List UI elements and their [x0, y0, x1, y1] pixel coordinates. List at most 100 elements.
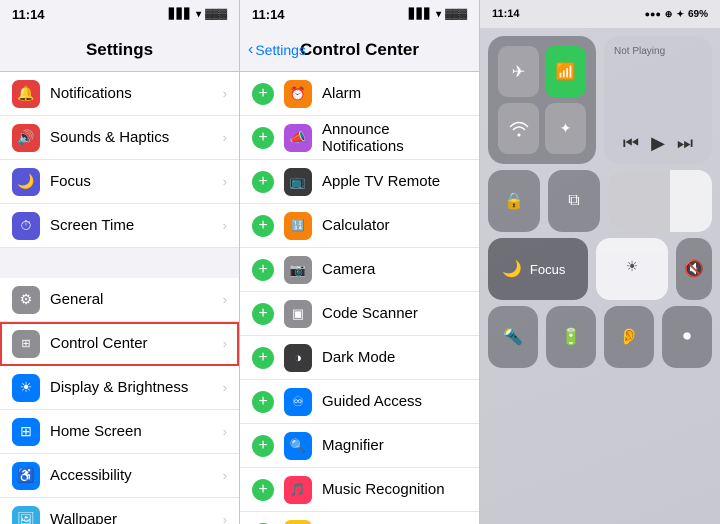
chevron-notifications: ›: [223, 86, 227, 101]
screentime-icon: ⏱: [12, 212, 40, 240]
time-3: 11:14: [492, 8, 520, 20]
cc-item-appletv[interactable]: + 📺 Apple TV Remote: [240, 160, 479, 204]
battery-tile[interactable]: 🔋: [546, 306, 596, 368]
cc-add-codescanner[interactable]: +: [252, 303, 274, 325]
guided-label: Guided Access: [322, 393, 467, 410]
wifi-icon-status: ▾: [196, 9, 201, 20]
back-label: Settings: [255, 42, 306, 58]
settings-list: 🔔 Notifications › 🔊 Sounds & Haptics › 🌙…: [0, 72, 239, 524]
record-tile[interactable]: ⏺: [662, 306, 712, 368]
focus-tile[interactable]: 🌙 Focus: [488, 238, 588, 300]
chevron-screentime: ›: [223, 218, 227, 233]
cc-add-announce[interactable]: +: [252, 127, 274, 149]
settings-panel: 11:14 ▋▋▋ ▾ ▓▓▓ Settings 🔔 Notifications…: [0, 0, 240, 524]
status-icons-3: ●●● ⊕ ✦ 69%: [645, 9, 708, 20]
display-icon: ☀: [12, 374, 40, 402]
screen-mirror-tile[interactable]: ⧉: [548, 170, 600, 232]
battery-icon-2: ▓▓▓: [445, 9, 467, 20]
cc-row-2: 🔒 ⧉: [488, 170, 712, 232]
cc-item-calculator[interactable]: + 🔢 Calculator: [240, 204, 479, 248]
cc-row-3: 🌙 Focus ☀ 🔇: [488, 238, 712, 300]
back-button[interactable]: ‹ Settings: [248, 41, 306, 59]
cc-item-musicrec[interactable]: + 🎵 Music Recognition: [240, 468, 479, 512]
settings-item-display[interactable]: ☀ Display & Brightness ›: [0, 366, 239, 410]
cc-item-announce[interactable]: + 📣 Announce Notifications: [240, 116, 479, 160]
cc-item-notes[interactable]: + 📝 Notes: [240, 512, 479, 524]
cc-add-calculator[interactable]: +: [252, 215, 274, 237]
wifi-tile[interactable]: [498, 103, 539, 154]
volume-slider[interactable]: [608, 170, 712, 232]
magnifier-label: Magnifier: [322, 437, 467, 454]
cc-item-camera[interactable]: + 📷 Camera: [240, 248, 479, 292]
cc-add-alarm[interactable]: +: [252, 83, 274, 105]
musicrec-icon: 🎵: [284, 476, 312, 504]
section-2: ⚙ General › ⊞ Control Center › ☀ Display…: [0, 278, 239, 524]
battery-icon-status: ▓▓▓: [205, 9, 227, 20]
focus-tile-label: Focus: [530, 262, 565, 277]
mute-tile[interactable]: 🔇: [676, 238, 712, 300]
cc-add-magnifier[interactable]: +: [252, 435, 274, 457]
bluetooth-tile[interactable]: ✦: [545, 103, 586, 154]
cellular-tile[interactable]: 📶: [545, 46, 586, 97]
general-label: General: [50, 291, 223, 308]
settings-title: Settings: [86, 40, 153, 60]
status-icons-2: ▋▋▋ ▾ ▓▓▓: [409, 9, 467, 20]
hearing-tile[interactable]: 👂: [604, 306, 654, 368]
announce-icon: 📣: [284, 124, 312, 152]
rewind-button[interactable]: ⏮: [623, 133, 639, 154]
cc-item-darkmode[interactable]: + ◑ Dark Mode: [240, 336, 479, 380]
settings-item-notifications[interactable]: 🔔 Notifications ›: [0, 72, 239, 116]
cc-item-magnifier[interactable]: + 🔍 Magnifier: [240, 424, 479, 468]
cc-add-darkmode[interactable]: +: [252, 347, 274, 369]
signal-icon: ▋▋▋: [169, 9, 192, 20]
camera-icon: 📷: [284, 256, 312, 284]
back-chevron: ‹: [248, 41, 253, 59]
cc-nav-header: ‹ Settings Control Center: [240, 28, 479, 72]
cc-item-alarm[interactable]: + ⏰ Alarm: [240, 72, 479, 116]
settings-item-accessibility[interactable]: ♿ Accessibility ›: [0, 454, 239, 498]
cc-add-musicrec[interactable]: +: [252, 479, 274, 501]
settings-nav-header: Settings: [0, 28, 239, 72]
notes-icon: 📝: [284, 520, 312, 524]
fastforward-button[interactable]: ⏭: [677, 133, 693, 154]
settings-item-sounds[interactable]: 🔊 Sounds & Haptics ›: [0, 116, 239, 160]
darkmode-label: Dark Mode: [322, 349, 467, 366]
settings-item-homescreen[interactable]: ⊞ Home Screen ›: [0, 410, 239, 454]
notifications-label: Notifications: [50, 85, 223, 102]
sounds-icon: 🔊: [12, 124, 40, 152]
settings-item-controlcenter[interactable]: ⊞ Control Center ›: [0, 322, 239, 366]
not-playing-label: Not Playing: [614, 46, 702, 57]
codescanner-label: Code Scanner: [322, 305, 467, 322]
brightness-slider[interactable]: ☀: [596, 238, 668, 300]
focus-icon: 🌙: [12, 168, 40, 196]
status-bar-2: 11:14 ▋▋▋ ▾ ▓▓▓: [240, 0, 479, 28]
chevron-controlcenter: ›: [223, 336, 227, 351]
media-controls: ⏮ ▶ ⏭: [614, 133, 702, 154]
lock-rotation-tile[interactable]: 🔒: [488, 170, 540, 232]
cc-item-codescanner[interactable]: + ▣ Code Scanner: [240, 292, 479, 336]
cc-item-guided[interactable]: + ♾ Guided Access: [240, 380, 479, 424]
wallpaper-label: Wallpaper: [50, 511, 223, 524]
settings-item-focus[interactable]: 🌙 Focus ›: [0, 160, 239, 204]
controlcenter-icon: ⊞: [12, 330, 40, 358]
flashlight-tile[interactable]: 🔦: [488, 306, 538, 368]
homescreen-label: Home Screen: [50, 423, 223, 440]
cc-add-camera[interactable]: +: [252, 259, 274, 281]
wifi-icon-2: ▾: [436, 9, 441, 20]
accessibility-label: Accessibility: [50, 467, 223, 484]
play-button[interactable]: ▶: [651, 133, 665, 154]
screentime-label: Screen Time: [50, 217, 223, 234]
cc-add-guided[interactable]: +: [252, 391, 274, 413]
chevron-display: ›: [223, 380, 227, 395]
cc-add-appletv[interactable]: +: [252, 171, 274, 193]
loc-icon: ⊕: [665, 9, 673, 20]
bt-icon: ✦: [676, 9, 684, 20]
control-center-preview-panel: 11:14 ●●● ⊕ ✦ 69% ✈ 📶 ✦ Not Playing: [480, 0, 720, 524]
homescreen-icon: ⊞: [12, 418, 40, 446]
accessibility-icon: ♿: [12, 462, 40, 490]
settings-item-general[interactable]: ⚙ General ›: [0, 278, 239, 322]
airplane-tile[interactable]: ✈: [498, 46, 539, 97]
settings-item-wallpaper[interactable]: 🖼 Wallpaper ›: [0, 498, 239, 524]
chevron-homescreen: ›: [223, 424, 227, 439]
settings-item-screentime[interactable]: ⏱ Screen Time ›: [0, 204, 239, 248]
